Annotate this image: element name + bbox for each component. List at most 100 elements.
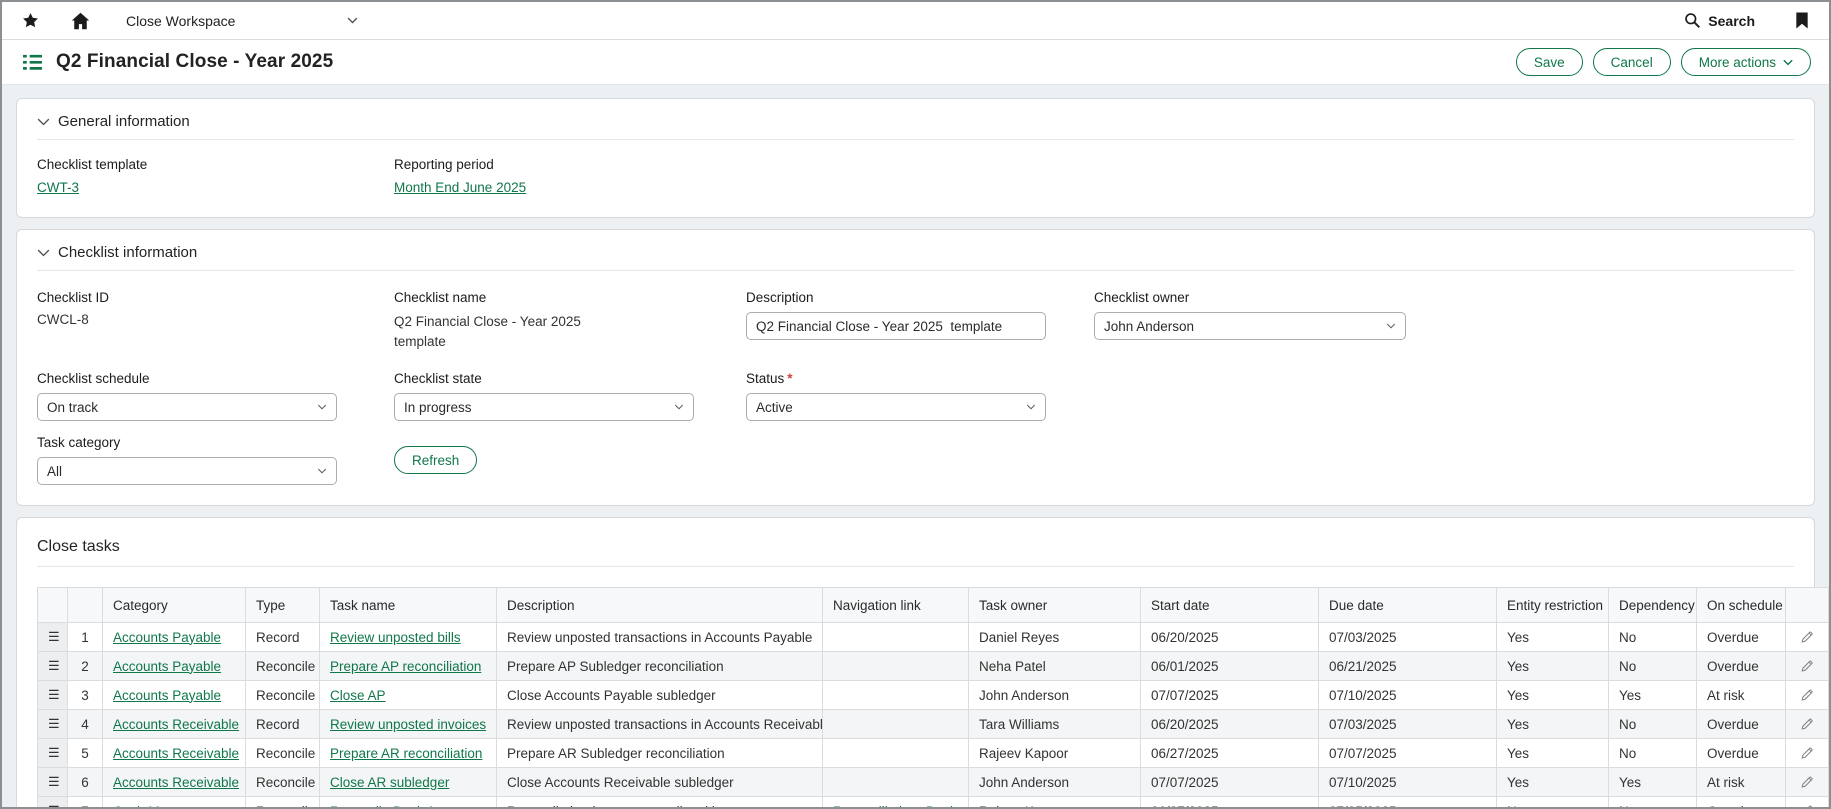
status-select[interactable]: Active bbox=[746, 393, 1046, 421]
edit-row-button[interactable] bbox=[1786, 797, 1829, 807]
due-date-cell: 07/07/2025 bbox=[1319, 739, 1497, 768]
selected-value: John Anderson bbox=[1104, 319, 1194, 334]
more-actions-label: More actions bbox=[1699, 55, 1776, 70]
description-input[interactable] bbox=[746, 312, 1046, 340]
checklist-state-field: Checklist state In progress bbox=[394, 371, 746, 421]
type-cell: Reconcile bbox=[246, 768, 320, 797]
type-cell: Reconcile bbox=[246, 797, 320, 807]
description-cell: Review unposted transactions in Accounts… bbox=[497, 710, 823, 739]
task-name-cell: Prepare AR reconciliation bbox=[320, 739, 497, 768]
task-category-select[interactable]: All bbox=[37, 457, 337, 485]
category-cell: Accounts Receivable bbox=[103, 768, 246, 797]
edit-row-button[interactable] bbox=[1786, 623, 1829, 652]
task-name-link[interactable]: Review unposted invoices bbox=[330, 717, 486, 732]
drag-handle[interactable]: ☰ bbox=[38, 768, 68, 797]
category-link[interactable]: Accounts Receivable bbox=[113, 717, 239, 732]
close-tasks-section: Close tasks Category Type Task name D bbox=[16, 517, 1815, 807]
task-name-link[interactable]: Close AP bbox=[330, 688, 386, 703]
entity-restriction-cell: Yes bbox=[1497, 710, 1609, 739]
pencil-icon bbox=[1796, 658, 1818, 674]
category-link[interactable]: Accounts Receivable bbox=[113, 746, 239, 761]
title-actions: Save Cancel More actions bbox=[1516, 48, 1811, 76]
start-date-cell: 06/20/2025 bbox=[1141, 623, 1319, 652]
type-cell: Reconcile bbox=[246, 652, 320, 681]
drag-handle[interactable]: ☰ bbox=[38, 652, 68, 681]
save-button[interactable]: Save bbox=[1516, 48, 1583, 76]
drag-handle[interactable]: ☰ bbox=[38, 681, 68, 710]
checklist-template-link[interactable]: CWT-3 bbox=[37, 180, 79, 195]
cancel-button[interactable]: Cancel bbox=[1593, 48, 1671, 76]
checklist-state-select[interactable]: In progress bbox=[394, 393, 694, 421]
more-actions-button[interactable]: More actions bbox=[1681, 48, 1811, 76]
dependency-cell: No bbox=[1609, 797, 1697, 807]
edit-row-button[interactable] bbox=[1786, 739, 1829, 768]
column-header-navigation-link: Navigation link bbox=[823, 588, 969, 623]
task-owner-cell: John Anderson bbox=[969, 768, 1141, 797]
category-link[interactable]: Accounts Payable bbox=[113, 659, 221, 674]
edit-row-button[interactable] bbox=[1786, 652, 1829, 681]
edit-row-button[interactable] bbox=[1786, 681, 1829, 710]
checklist-information-header[interactable]: Checklist information bbox=[37, 244, 1794, 271]
selected-value: On track bbox=[47, 400, 98, 415]
checklist-owner-select[interactable]: John Anderson bbox=[1094, 312, 1406, 340]
on-schedule-cell: At risk bbox=[1697, 681, 1786, 710]
table-row: ☰ 7 Cash Management Reconcile Reconcile … bbox=[38, 797, 1829, 807]
due-date-cell: 07/10/2025 bbox=[1319, 681, 1497, 710]
navigation-link[interactable]: Reconciliation--Bank bbox=[833, 804, 957, 807]
drag-handle[interactable]: ☰ bbox=[38, 739, 68, 768]
row-number: 5 bbox=[68, 739, 103, 768]
category-cell: Accounts Receivable bbox=[103, 739, 246, 768]
reporting-period-link[interactable]: Month End June 2025 bbox=[394, 180, 526, 195]
pencil-icon bbox=[1796, 745, 1818, 761]
drag-handle[interactable]: ☰ bbox=[38, 623, 68, 652]
checklist-info-row-3: Task category All Refresh bbox=[37, 435, 1794, 485]
task-name-link[interactable]: Close AR subledger bbox=[330, 775, 449, 790]
type-cell: Reconcile bbox=[246, 681, 320, 710]
close-tasks-title: Close tasks bbox=[37, 532, 1794, 567]
checklist-list-icon[interactable] bbox=[22, 53, 43, 72]
column-header-dependency: Dependency bbox=[1609, 588, 1697, 623]
navigation-link-cell bbox=[823, 681, 969, 710]
start-date-cell: 07/07/2025 bbox=[1141, 768, 1319, 797]
type-cell: Record bbox=[246, 623, 320, 652]
start-date-cell: 06/20/2025 bbox=[1141, 710, 1319, 739]
category-link[interactable]: Accounts Receivable bbox=[113, 775, 239, 790]
edit-column-header bbox=[1786, 588, 1829, 623]
on-schedule-cell: Overdue bbox=[1697, 797, 1786, 807]
workspace-selector[interactable]: Close Workspace bbox=[126, 13, 358, 29]
search-label: Search bbox=[1708, 13, 1755, 29]
edit-row-button[interactable] bbox=[1786, 768, 1829, 797]
general-information-header[interactable]: General information bbox=[37, 113, 1794, 140]
home-icon[interactable] bbox=[71, 12, 90, 30]
checklist-schedule-select[interactable]: On track bbox=[37, 393, 337, 421]
refresh-button[interactable]: Refresh bbox=[394, 446, 477, 474]
start-date-cell: 06/01/2025 bbox=[1141, 652, 1319, 681]
description-cell: Prepare AP Subledger reconciliation bbox=[497, 652, 823, 681]
task-name-link[interactable]: Prepare AR reconciliation bbox=[330, 746, 482, 761]
category-link[interactable]: Accounts Payable bbox=[113, 630, 221, 645]
edit-row-button[interactable] bbox=[1786, 710, 1829, 739]
task-name-link[interactable]: Review unposted bills bbox=[330, 630, 461, 645]
bookmark-icon[interactable] bbox=[1795, 12, 1809, 29]
column-header-task-owner: Task owner bbox=[969, 588, 1141, 623]
category-cell: Accounts Payable bbox=[103, 681, 246, 710]
drag-handle[interactable]: ☰ bbox=[38, 797, 68, 807]
task-name-link[interactable]: Reconcile Bank Accounts bbox=[330, 804, 482, 807]
field-label: Task category bbox=[37, 435, 394, 450]
task-name-link[interactable]: Prepare AP reconciliation bbox=[330, 659, 481, 674]
chevron-down-icon bbox=[1386, 323, 1396, 329]
task-name-cell: Reconcile Bank Accounts bbox=[320, 797, 497, 807]
task-name-cell: Review unposted bills bbox=[320, 623, 497, 652]
app-window: Close Workspace Search bbox=[0, 0, 1831, 809]
description-cell: Reconcile bank account at all entities bbox=[497, 797, 823, 807]
drag-handle[interactable]: ☰ bbox=[38, 710, 68, 739]
category-link[interactable]: Accounts Payable bbox=[113, 688, 221, 703]
search-button[interactable]: Search bbox=[1684, 12, 1755, 29]
selected-value: In progress bbox=[404, 400, 472, 415]
chevron-down-icon bbox=[1783, 59, 1793, 66]
category-cell: Cash Management bbox=[103, 797, 246, 807]
favorites-star-icon[interactable] bbox=[22, 12, 39, 29]
field-label: Checklist schedule bbox=[37, 371, 394, 386]
category-link[interactable]: Cash Management bbox=[113, 804, 227, 807]
task-name-cell: Close AP bbox=[320, 681, 497, 710]
